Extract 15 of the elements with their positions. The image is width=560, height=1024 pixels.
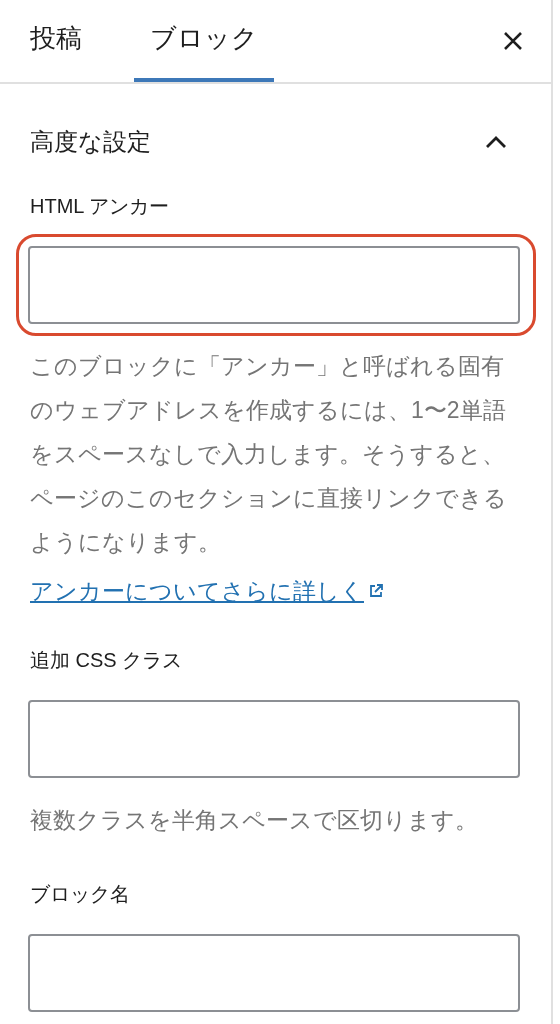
chevron-icon xyxy=(485,134,507,149)
tab[interactable]: ブロック xyxy=(134,0,274,82)
close-icon[interactable] xyxy=(503,30,523,51)
learn-more-link[interactable]: アンカーについてさらに詳しく xyxy=(30,573,384,608)
field-label: 追加 CSS クラス xyxy=(30,648,184,673)
text-input[interactable] xyxy=(28,700,520,778)
section-header[interactable]: 高度な設定 xyxy=(30,91,521,192)
text-input[interactable] xyxy=(28,934,520,1012)
help-text: 複数クラスを半角スペースで区切ります。 xyxy=(30,806,479,835)
field-label: ブロック名 xyxy=(30,882,131,907)
tab[interactable]: 投稿 xyxy=(14,0,98,82)
field-label: HTML アンカー xyxy=(30,193,171,219)
external-link-icon xyxy=(368,582,384,599)
help-text: このブロックに「アンカー」と呼ばれる固有のウェブアドレスを作成するには、1〜2単語をスペースなしで入力します。そうすると、ページのこのセクションに直接リンクできるようになります。 xyxy=(30,351,508,557)
text-input[interactable] xyxy=(28,245,520,324)
